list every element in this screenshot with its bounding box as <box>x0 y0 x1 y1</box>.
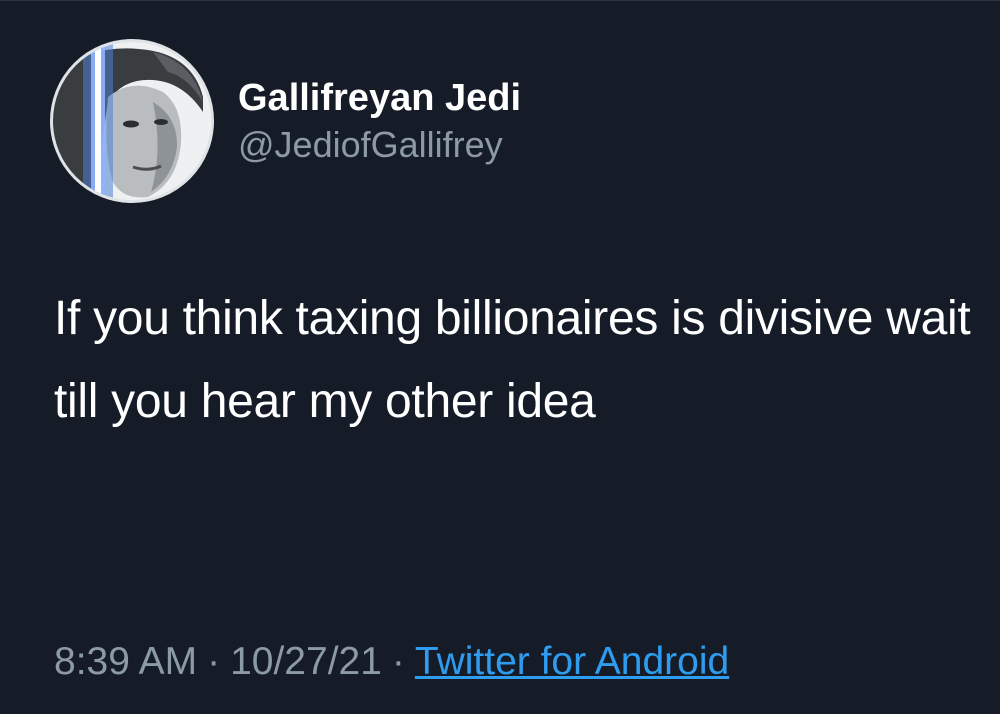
tweet-header: Gallifreyan Jedi @JediofGallifrey <box>50 39 521 203</box>
source-link[interactable]: Twitter for Android <box>415 640 729 683</box>
profile-photo-icon <box>53 42 211 200</box>
user-handle[interactable]: @JediofGallifrey <box>238 122 521 168</box>
avatar[interactable] <box>50 39 214 203</box>
display-name[interactable]: Gallifreyan Jedi <box>238 74 521 122</box>
profile-names: Gallifreyan Jedi @JediofGallifrey <box>238 74 521 168</box>
tweet-date[interactable]: 10/27/21 <box>230 640 382 683</box>
tweet-screenshot: Gallifreyan Jedi @JediofGallifrey If you… <box>0 0 1000 714</box>
tweet-text: If you think taxing billionaires is divi… <box>54 292 971 428</box>
meta-separator: · <box>391 640 405 683</box>
tweet-time[interactable]: 8:39 AM <box>54 640 197 683</box>
meta-separator: · <box>207 640 221 683</box>
tweet-meta: 8:39 AM · 10/27/21 · Twitter for Android <box>54 637 729 687</box>
